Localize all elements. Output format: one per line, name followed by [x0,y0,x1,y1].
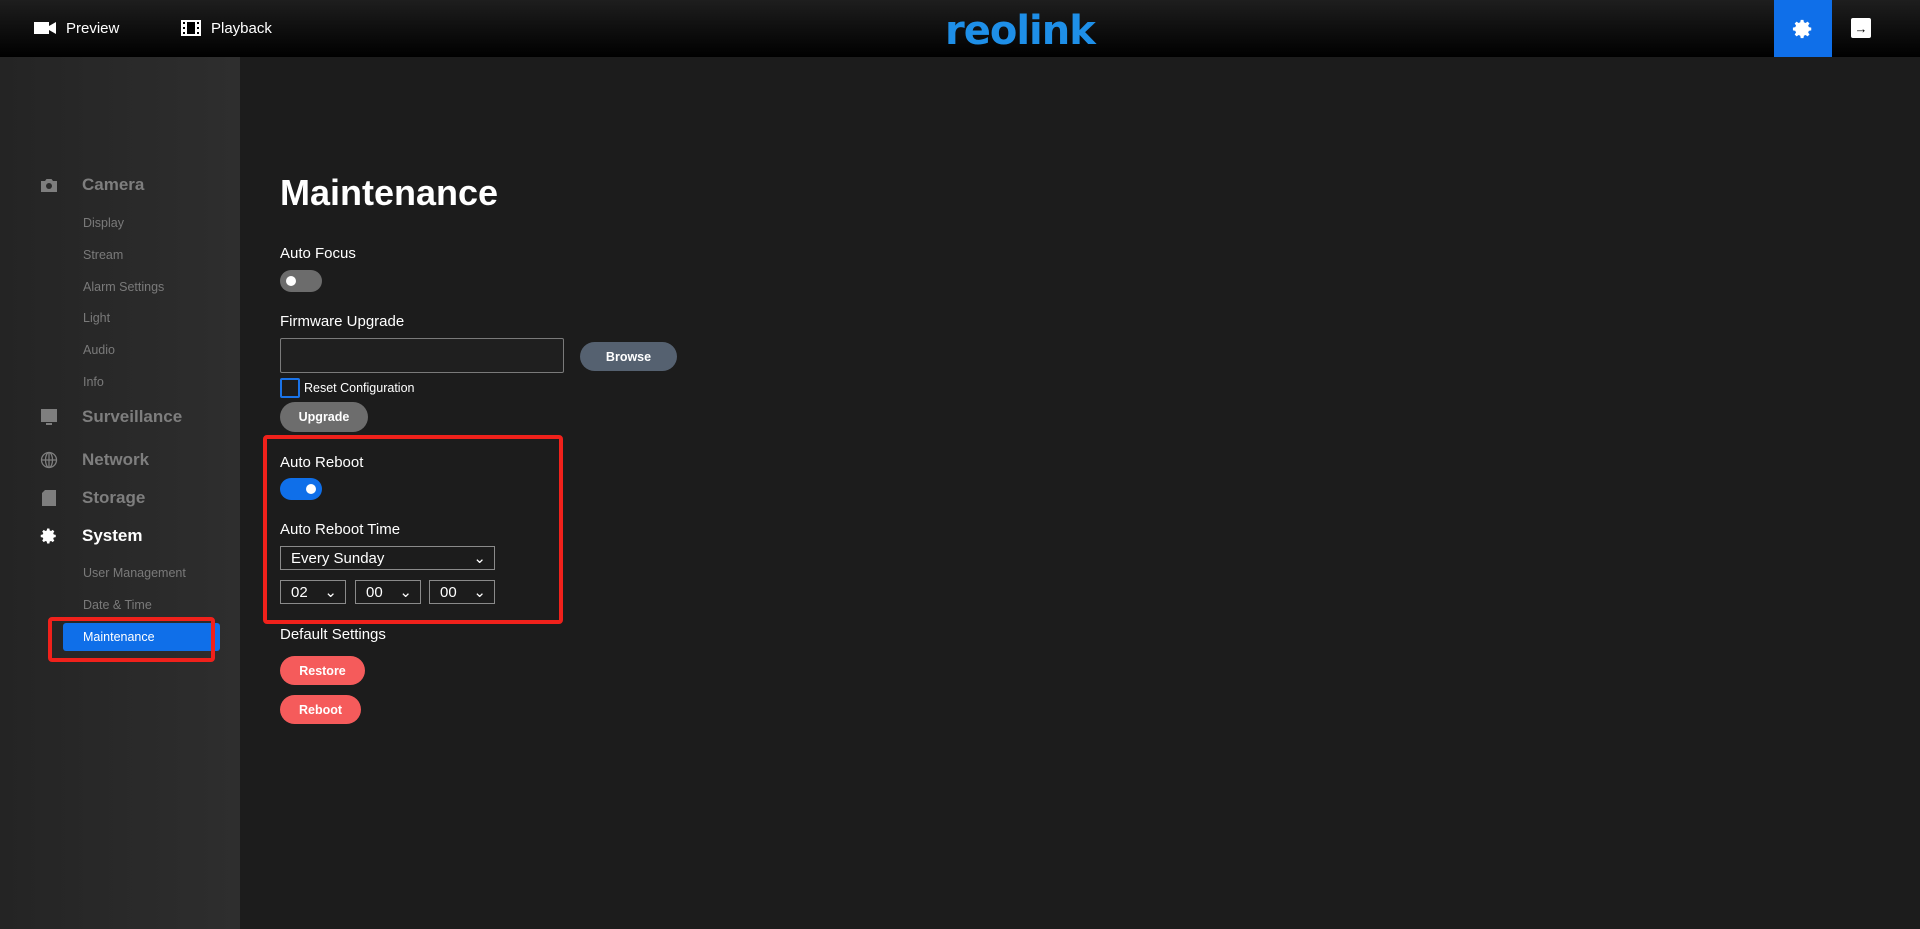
section-label: Surveillance [82,407,183,426]
globe-icon [40,451,58,469]
auto-reboot-toggle[interactable] [280,478,322,500]
gear-icon [40,527,58,545]
sidebar-section-network[interactable]: Network [40,450,149,470]
browse-button[interactable]: Browse [580,342,677,371]
video-camera-icon [34,22,56,34]
sidebar-section-system[interactable]: System [40,526,142,546]
restore-button[interactable]: Restore [280,656,365,685]
reset-configuration-checkbox[interactable] [280,378,300,398]
toggle-knob [306,484,316,494]
selected-value: Every Sunday [291,549,385,567]
reboot-day-select[interactable]: Every Sunday ⌄ [280,546,495,570]
gear-icon [1792,19,1812,38]
reset-configuration-label: Reset Configuration [304,381,415,395]
sidebar-item-info[interactable]: Info [83,375,104,389]
upgrade-button[interactable]: Upgrade [280,402,368,432]
sidebar-item-light[interactable]: Light [83,311,110,325]
sidebar-item-audio[interactable]: Audio [83,343,115,357]
reboot-button[interactable]: Reboot [280,695,361,724]
sidebar-item-alarm-settings[interactable]: Alarm Settings [83,280,164,294]
reboot-hour-select[interactable]: 02 ⌄ [280,580,346,604]
selected-value: 00 [366,583,383,601]
section-label: Network [82,450,150,469]
chevron-down-icon: ⌄ [473,584,486,601]
page-title: Maintenance [280,172,499,213]
sidebar-section-storage[interactable]: Storage [40,488,145,508]
top-bar: Preview Playback reolink → [0,0,1920,57]
camera-icon [40,176,58,194]
section-label: Storage [82,488,146,507]
selected-value: 00 [440,583,457,601]
auto-focus-toggle[interactable] [280,270,322,292]
auto-reboot-time-label: Auto Reboot Time [280,521,401,538]
firmware-upgrade-label: Firmware Upgrade [280,313,405,330]
sidebar-section-camera[interactable]: Camera [40,175,144,195]
film-icon [181,20,201,36]
sidebar-item-stream[interactable]: Stream [83,248,123,262]
sidebar-item-date-time[interactable]: Date & Time [83,598,152,612]
auto-focus-label: Auto Focus [280,245,356,262]
toggle-knob [286,276,296,286]
sidebar-item-display[interactable]: Display [83,216,124,230]
reboot-second-select[interactable]: 00 ⌄ [429,580,495,604]
selected-value: 02 [291,583,308,601]
reboot-minute-select[interactable]: 00 ⌄ [355,580,421,604]
firmware-file-input[interactable] [280,338,564,373]
sidebar-item-maintenance[interactable]: Maintenance [63,623,220,651]
section-label: Camera [82,175,145,194]
sd-card-icon [40,489,58,507]
section-label: System [82,526,143,545]
playback-label: Playback [211,19,272,37]
settings-button[interactable] [1774,0,1832,57]
logout-arrow-icon: → [1854,20,1868,36]
monitor-icon [40,408,58,426]
chevron-down-icon: ⌄ [399,584,412,601]
chevron-down-icon: ⌄ [324,584,337,601]
auto-reboot-label: Auto Reboot [280,454,364,471]
reolink-logo: reolink [945,8,1096,54]
sidebar-section-surveillance[interactable]: Surveillance [40,407,182,427]
preview-tab[interactable]: Preview [34,18,119,38]
default-settings-label: Default Settings [280,626,386,643]
chevron-down-icon: ⌄ [473,550,486,567]
playback-tab[interactable]: Playback [181,18,272,38]
preview-label: Preview [66,19,120,37]
sidebar-item-user-management[interactable]: User Management [83,566,186,580]
logout-button[interactable]: → [1851,18,1871,38]
